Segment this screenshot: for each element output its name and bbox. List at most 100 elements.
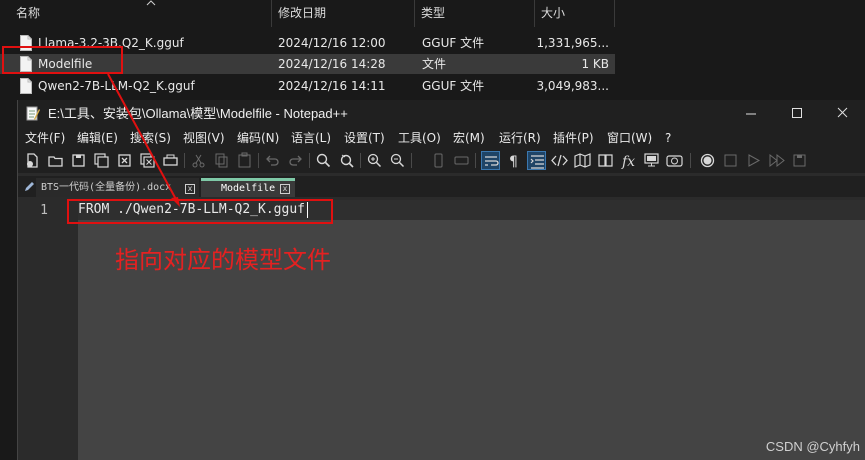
show-all-chars-button[interactable]: ¶	[504, 151, 523, 170]
pilcrow-icon: ¶	[509, 154, 518, 170]
sync-horizontal-icon	[454, 156, 469, 165]
column-modified-label: 修改日期	[278, 6, 327, 20]
indent-guide-button[interactable]	[527, 151, 546, 170]
close-file-button[interactable]	[115, 151, 134, 170]
watermark: CSDN @Cyhfyh	[765, 439, 860, 454]
annotation-text: 指向对应的模型文件	[115, 246, 331, 274]
file-modified: 2024/12/16 14:11	[278, 79, 386, 93]
file-size: 1 KB	[581, 57, 609, 71]
map-button[interactable]	[573, 151, 592, 170]
menu-encoding[interactable]: 编码(N)	[237, 127, 279, 149]
save-icon	[72, 154, 85, 167]
tab-close-icon[interactable]: x	[185, 184, 195, 194]
file-row[interactable]: Qwen2-7B-LLM-Q2_K.gguf 2024/12/16 14:11 …	[0, 76, 615, 96]
monitor-button[interactable]	[642, 151, 661, 170]
menu-help[interactable]: ?	[665, 127, 671, 149]
redo-icon	[289, 155, 302, 166]
close-button[interactable]	[820, 100, 865, 127]
open-button[interactable]	[46, 151, 65, 170]
menu-view[interactable]: 视图(V)	[183, 127, 225, 149]
play-icon	[748, 154, 761, 167]
stop-macro-button[interactable]	[721, 151, 740, 170]
notepad-icon	[26, 106, 40, 121]
toolbar-separator	[360, 153, 361, 168]
column-size[interactable]: 大小	[535, 0, 615, 27]
close-file-icon	[118, 154, 131, 167]
sync-vertical-button[interactable]	[429, 151, 448, 170]
menu-macro[interactable]: 宏(M)	[453, 127, 485, 149]
undo-button[interactable]	[263, 151, 282, 170]
toolbar-separator	[475, 153, 476, 168]
menu-file[interactable]: 文件(F)	[25, 127, 65, 149]
menu-run[interactable]: 运行(R)	[499, 127, 541, 149]
tab-close-icon[interactable]: x	[280, 184, 290, 194]
word-wrap-button[interactable]	[481, 151, 500, 170]
toolbar-separator	[690, 153, 691, 168]
play-multiple-button[interactable]	[767, 151, 786, 170]
new-file-button[interactable]	[23, 151, 42, 170]
stop-icon	[724, 154, 737, 167]
window-title: E:\工具、安装包\Ollama\模型\Modelfile - Notepad+…	[48, 106, 348, 121]
indent-guide-icon	[530, 155, 544, 169]
tab-bar: BTS一代码(全量备份).docx Modelfile	[18, 176, 865, 197]
menu-language[interactable]: 语言(L)	[291, 127, 331, 149]
file-size: 3,049,983...	[536, 79, 609, 93]
menu-tools[interactable]: 工具(O)	[398, 127, 441, 149]
maximize-button[interactable]	[774, 100, 820, 127]
doc-list-button[interactable]	[596, 151, 615, 170]
folder-workspace-button[interactable]	[665, 151, 684, 170]
column-type[interactable]: 类型	[415, 0, 535, 27]
monitor-icon	[644, 153, 659, 167]
editor-area[interactable]: 1 FROM ./Qwen2-7B-LLM-Q2_K.gguf	[18, 200, 865, 460]
replace-icon	[340, 154, 354, 168]
zoom-out-button[interactable]	[388, 151, 407, 170]
play-macro-button[interactable]	[744, 151, 763, 170]
function-icon: fx	[621, 154, 635, 170]
save-macro-icon	[793, 154, 806, 167]
menu-plugins[interactable]: 插件(P)	[553, 127, 594, 149]
record-icon	[700, 153, 715, 168]
fold-margin	[70, 200, 78, 460]
file-type: 文件	[422, 57, 447, 71]
toolbar: ¶ fx	[18, 149, 865, 173]
save-macro-button[interactable]	[790, 151, 809, 170]
column-name[interactable]: 名称	[10, 0, 272, 27]
print-button[interactable]	[161, 151, 180, 170]
search-icon	[316, 153, 331, 168]
save-all-button[interactable]	[92, 151, 111, 170]
tab-docx[interactable]: BTS一代码(全量备份).docx	[36, 178, 199, 197]
save-button[interactable]	[69, 151, 88, 170]
open-folder-icon	[48, 156, 63, 167]
camera-icon	[666, 155, 683, 167]
file-modified: 2024/12/16 12:00	[278, 36, 386, 50]
menu-window[interactable]: 窗口(W)	[607, 127, 652, 149]
find-button[interactable]	[314, 151, 333, 170]
undo-icon	[266, 155, 279, 166]
paste-button[interactable]	[235, 151, 254, 170]
column-modified[interactable]: 修改日期	[272, 0, 415, 27]
tab-modelfile-label: Modelfile	[221, 183, 276, 194]
minimize-button[interactable]	[728, 100, 774, 127]
function-list-button[interactable]: fx	[619, 151, 638, 170]
close-icon	[837, 107, 848, 118]
cut-icon	[192, 154, 205, 168]
zoom-in-button[interactable]	[365, 151, 384, 170]
record-macro-button[interactable]	[698, 151, 717, 170]
redo-button[interactable]	[286, 151, 305, 170]
menu-edit[interactable]: 编辑(E)	[77, 127, 118, 149]
replace-button[interactable]	[337, 151, 356, 170]
word-wrap-icon	[485, 156, 499, 166]
xml-button[interactable]	[550, 151, 569, 170]
title-bar[interactable]: E:\工具、安装包\Ollama\模型\Modelfile - Notepad+…	[18, 100, 865, 127]
menu-settings[interactable]: 设置(T)	[344, 127, 385, 149]
sync-horizontal-button[interactable]	[452, 151, 471, 170]
close-all-button[interactable]	[138, 151, 157, 170]
sort-chevron-icon	[146, 0, 156, 6]
toolbar-separator	[309, 153, 310, 168]
copy-button[interactable]	[212, 151, 231, 170]
cut-button[interactable]	[189, 151, 208, 170]
zoom-in-icon	[367, 153, 382, 168]
zoom-out-icon	[390, 153, 405, 168]
menu-search[interactable]: 搜索(S)	[130, 127, 171, 149]
sync-vertical-icon	[434, 153, 443, 168]
